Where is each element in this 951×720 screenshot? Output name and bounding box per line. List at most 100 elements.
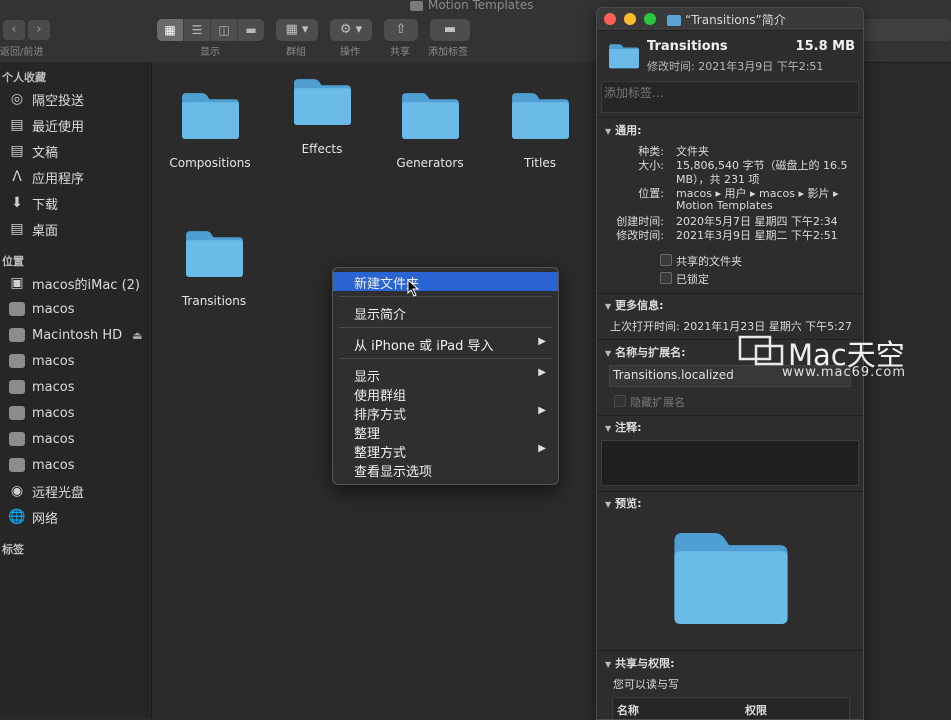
folder-name-transitions[interactable]: Transitions	[164, 294, 264, 308]
disk-icon	[8, 405, 26, 421]
tags-header: 标签	[2, 543, 24, 556]
menu-item-show-view-options[interactable]: 查看显示选项	[333, 460, 558, 480]
menu-item-new-folder[interactable]: 新建文件夹	[333, 272, 558, 292]
action-button[interactable]: ⚙ ▾	[330, 19, 372, 41]
close-button[interactable]	[604, 13, 616, 25]
sidebar-item-recents[interactable]: ▤ 最近使用	[8, 114, 84, 136]
sidebar-item-imac[interactable]: ▣ macos的iMac (2)	[8, 272, 140, 294]
sidebar-item-airdrop[interactable]: ◎ 隔空投送	[8, 88, 84, 110]
share-button[interactable]: ⇧	[384, 19, 418, 41]
sidebar-item-desktop[interactable]: ▤ 桌面	[8, 218, 58, 240]
disk-icon	[8, 431, 26, 447]
window-title: Motion Templates	[410, 0, 534, 12]
forward-button[interactable]: ›	[28, 20, 50, 40]
preview-section-header[interactable]: ▼ 预览:	[605, 495, 642, 511]
folder-name-effects[interactable]: Effects	[272, 142, 372, 156]
hide-extension-checkbox[interactable]	[614, 395, 626, 407]
zoom-button[interactable]	[644, 13, 656, 25]
sharing-permissions-section-header[interactable]: ▼ 共享与权限:	[605, 655, 675, 671]
recents-icon: ▤	[10, 117, 24, 133]
general-section-header[interactable]: ▼ 通用:	[605, 122, 642, 138]
folder-name-titles[interactable]: Titles	[490, 156, 590, 170]
disclosure-triangle-icon[interactable]: ▼	[605, 424, 611, 433]
tags-input[interactable]: 添加标签...	[601, 81, 859, 113]
sidebar-item-disk[interactable]: macos	[8, 298, 75, 320]
disclosure-triangle-icon[interactable]: ▼	[605, 302, 611, 311]
tags-label: 添加标签	[428, 47, 468, 58]
icon-view-icon[interactable]: ▦	[157, 19, 184, 41]
sidebar-item-downloads[interactable]: ⬇ 下载	[8, 192, 58, 214]
back-button[interactable]: ‹	[3, 20, 25, 40]
sidebar-item-remote-disc[interactable]: ◉ 远程光盘	[8, 480, 84, 502]
sidebar-item-disk[interactable]: macos	[8, 454, 75, 476]
gallery-view-icon[interactable]: ▬	[238, 19, 264, 41]
monitor-logo-icon	[738, 335, 784, 366]
sidebar-item-network[interactable]: 🌐 网络	[8, 506, 58, 528]
disk-icon	[8, 457, 26, 473]
menu-item-get-info[interactable]: 显示简介	[333, 303, 558, 323]
folder-icon[interactable]	[292, 77, 353, 129]
downloads-icon: ⬇	[11, 195, 23, 211]
locked-checkbox[interactable]	[660, 272, 672, 284]
column-privilege[interactable]: 权限	[745, 702, 767, 718]
modified-label: 修改时间:	[616, 229, 664, 242]
disk-icon	[8, 301, 26, 317]
disclosure-triangle-icon[interactable]: ▼	[605, 349, 611, 358]
list-view-icon[interactable]: ☰	[184, 19, 211, 41]
shared-folder-checkbox[interactable]	[660, 254, 672, 266]
eject-icon[interactable]: ⏏	[132, 329, 142, 342]
more-info-section-header[interactable]: ▼ 更多信息:	[605, 297, 664, 313]
disclosure-triangle-icon[interactable]: ▼	[605, 127, 611, 136]
folder-name-compositions[interactable]: Compositions	[160, 156, 260, 170]
folder-icon[interactable]	[510, 91, 571, 143]
sidebar-item-documents[interactable]: ▤ 文稿	[8, 140, 58, 162]
disk-icon	[8, 379, 26, 395]
desktop-icon: ▤	[10, 221, 24, 237]
folder-icon	[608, 43, 640, 69]
sidebar-item-applications[interactable]: Λ 应用程序	[8, 166, 84, 188]
sidebar-item-disk[interactable]: macos	[8, 428, 75, 450]
menu-item-sort-by[interactable]: 排序方式 ▶	[333, 403, 558, 423]
mouse-cursor-icon	[407, 279, 420, 297]
menu-item-use-groups[interactable]: 使用群组	[333, 384, 558, 404]
group-button[interactable]: ▦ ▾	[276, 19, 318, 41]
locations-header: 位置	[2, 255, 24, 268]
name-extension-section-header[interactable]: ▼ 名称与扩展名:	[605, 344, 686, 360]
menu-item-import-from-iphone[interactable]: 从 iPhone 或 iPad 导入 ▶	[333, 334, 558, 354]
search-field[interactable]	[860, 19, 951, 41]
imac-icon: ▣	[10, 275, 24, 291]
applications-icon: Λ	[12, 169, 22, 185]
info-panel-titlebar: “Transitions”简介	[597, 8, 863, 31]
sidebar-item-disk[interactable]: macos	[8, 376, 75, 398]
sharing-description: 您可以读与写	[613, 678, 679, 691]
folder-icon[interactable]	[184, 229, 245, 281]
submenu-arrow-icon: ▶	[538, 405, 546, 416]
menu-item-clean-up[interactable]: 整理	[333, 422, 558, 442]
divider	[597, 415, 863, 416]
comments-section-header[interactable]: ▼ 注释:	[605, 419, 642, 435]
folder-icon[interactable]	[400, 91, 461, 143]
comments-textarea[interactable]	[601, 440, 859, 486]
view-label: 显示	[200, 47, 220, 58]
column-view-icon[interactable]: ◫	[211, 19, 238, 41]
sidebar-item-disk[interactable]: macos	[8, 402, 75, 424]
locked-label: 已锁定	[676, 273, 709, 286]
folder-name-generators[interactable]: Generators	[380, 156, 480, 170]
info-modified-short: 修改时间: 2021年3月9日 下午2:51	[647, 60, 824, 73]
disclosure-triangle-icon[interactable]: ▼	[605, 660, 611, 669]
menu-item-view[interactable]: 显示 ▶	[333, 365, 558, 385]
tags-button[interactable]: ▬	[430, 19, 470, 41]
sidebar-item-disk[interactable]: macos	[8, 350, 75, 372]
menu-separator	[339, 358, 552, 359]
minimize-button[interactable]	[624, 13, 636, 25]
folder-icon	[667, 15, 681, 26]
size-label: 大小:	[638, 159, 664, 172]
column-name[interactable]: 名称	[617, 702, 639, 718]
disclosure-triangle-icon[interactable]: ▼	[605, 500, 611, 509]
menu-item-clean-up-by[interactable]: 整理方式 ▶	[333, 441, 558, 461]
folder-icon[interactable]	[180, 91, 241, 143]
share-label: 共享	[390, 47, 410, 58]
action-label: 操作	[340, 47, 360, 58]
view-mode-control[interactable]: ▦ ☰ ◫ ▬	[157, 19, 264, 41]
sidebar-item-macintosh-hd[interactable]: Macintosh HD ⏏	[8, 324, 143, 346]
